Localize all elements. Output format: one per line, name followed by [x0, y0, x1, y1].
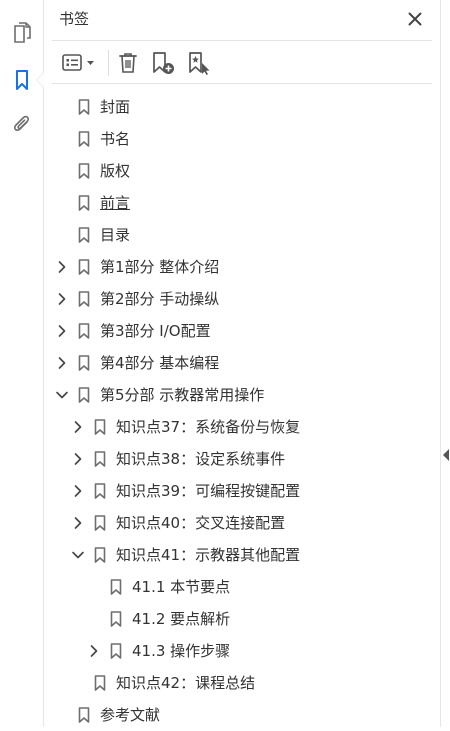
bookmark-label[interactable]: 41.1 本节要点 [132, 577, 230, 597]
bookmark-item[interactable]: 知识点40：交叉连接配置 [44, 507, 440, 539]
bookmark-item[interactable]: 第4部分 基本编程 [44, 347, 440, 379]
bookmark-icon [109, 611, 123, 627]
bookmark-label[interactable]: 版权 [100, 161, 130, 181]
bookmark-label[interactable]: 41.3 操作步骤 [132, 641, 230, 661]
bookmark-item[interactable]: 知识点38：设定系统事件 [44, 443, 440, 475]
bookmark-item[interactable]: 知识点42：课程总结 [44, 667, 440, 699]
chevron-right-icon[interactable] [55, 356, 69, 370]
bookmark-item[interactable]: 知识点37：系统备份与恢复 [44, 411, 440, 443]
bookmark-icon[interactable] [7, 65, 37, 95]
bookmark-icon [77, 131, 91, 147]
attachment-icon[interactable] [7, 110, 37, 140]
chevron-right-icon[interactable] [71, 484, 85, 498]
bookmark-label[interactable]: 第4部分 基本编程 [100, 353, 219, 373]
chevron-right-icon[interactable] [55, 292, 69, 306]
chevron-right-icon[interactable] [87, 644, 101, 658]
delete-bookmark-button[interactable] [114, 49, 142, 77]
options-menu-button[interactable] [60, 49, 100, 77]
bookmark-label[interactable]: 第1部分 整体介绍 [100, 257, 219, 277]
bookmark-from-selection-icon [189, 52, 210, 75]
bookmark-icon [77, 291, 91, 307]
close-panel-button[interactable] [404, 8, 426, 30]
bookmark-label[interactable]: 41.2 要点解析 [132, 609, 230, 629]
chevron-right-icon[interactable] [55, 260, 69, 274]
bookmark-label[interactable]: 知识点41：示教器其他配置 [116, 545, 300, 565]
bookmark-item[interactable]: 书名 [44, 123, 440, 155]
bookmark-label[interactable]: 封面 [100, 97, 130, 117]
bookmark-item[interactable]: 知识点39：可编程按键配置 [44, 475, 440, 507]
bookmark-icon [93, 451, 107, 467]
bookmark-label[interactable]: 参考文献 [100, 705, 160, 725]
bookmark-icon [109, 579, 123, 595]
bookmark-item[interactable]: 第5分部 示教器常用操作 [44, 379, 440, 411]
panel-title: 书签 [59, 10, 90, 28]
bookmark-icon [93, 483, 107, 499]
bookmark-item[interactable]: 第2部分 手动操纵 [44, 283, 440, 315]
chevron-right-icon[interactable] [71, 420, 85, 434]
chevron-right-icon[interactable] [71, 452, 85, 466]
bookmark-item[interactable]: 目录 [44, 219, 440, 251]
new-bookmark-button[interactable] [148, 49, 178, 77]
bookmark-icon [77, 227, 91, 243]
bookmark-icon [77, 163, 91, 179]
panel-header: 书签 [44, 0, 440, 40]
bookmark-icon [93, 547, 107, 563]
delete-icon [119, 53, 137, 73]
bookmark-item[interactable]: 41.3 操作步骤 [44, 635, 440, 667]
chevron-right-icon[interactable] [71, 516, 85, 530]
bookmark-item[interactable]: 第1部分 整体介绍 [44, 251, 440, 283]
collapse-arrow-icon[interactable] [443, 449, 449, 461]
pages-icon[interactable] [7, 18, 37, 48]
bookmark-icon [77, 259, 91, 275]
bookmark-icon [93, 515, 107, 531]
bookmark-label[interactable]: 知识点37：系统备份与恢复 [116, 417, 300, 437]
bookmark-icon [109, 643, 123, 659]
toolbar-separator [108, 50, 109, 76]
chevron-right-icon[interactable] [55, 324, 69, 338]
bookmark-icon [77, 323, 91, 339]
right-panel-rail [440, 0, 450, 727]
close-icon [408, 12, 422, 26]
bookmark-tree: 封面书名版权前言目录第1部分 整体介绍 第2部分 手动操纵 第3部分 I/O配置 第4… [44, 91, 440, 731]
bookmark-label[interactable]: 知识点42：课程总结 [116, 673, 255, 693]
bookmarks-panel: 书签 封面 书名 版权 前言 目录 第1部分 整体介绍 第2部分 手动操纵 第3… [44, 0, 440, 727]
bookmark-icon [93, 675, 107, 691]
options-menu-icon [62, 54, 94, 71]
bookmark-label[interactable]: 知识点39：可编程按键配置 [116, 481, 300, 501]
bookmark-item[interactable]: 第3部分 I/O配置 [44, 315, 440, 347]
bookmark-icon [77, 99, 91, 115]
bookmark-item[interactable]: 41.2 要点解析 [44, 603, 440, 635]
bookmark-label[interactable]: 书名 [100, 129, 130, 149]
bookmark-label[interactable]: 第5分部 示教器常用操作 [100, 385, 264, 405]
bookmark-icon [93, 419, 107, 435]
bookmark-label[interactable]: 知识点40：交叉连接配置 [116, 513, 285, 533]
bookmark-item[interactable]: 知识点41：示教器其他配置 [44, 539, 440, 571]
navigation-rail [0, 0, 44, 727]
bookmark-label[interactable]: 前言 [100, 193, 130, 213]
bookmark-label[interactable]: 目录 [100, 225, 130, 245]
bookmark-icon [77, 707, 91, 723]
bookmark-item[interactable]: 版权 [44, 155, 440, 187]
bookmark-label[interactable]: 第3部分 I/O配置 [100, 321, 211, 341]
bookmark-item[interactable]: 参考文献 [44, 699, 440, 731]
bookmark-item[interactable]: 封面 [44, 91, 440, 123]
bookmark-item[interactable]: 41.1 本节要点 [44, 571, 440, 603]
bookmarks-toolbar [52, 40, 432, 84]
bookmark-label[interactable]: 知识点38：设定系统事件 [116, 449, 285, 469]
bookmark-item[interactable]: 前言 [44, 187, 440, 219]
chevron-down-icon[interactable] [55, 388, 69, 402]
bookmark-icon [77, 355, 91, 371]
bookmark-icon [77, 387, 91, 403]
bookmark-label[interactable]: 第2部分 手动操纵 [100, 289, 219, 309]
bookmark-icon [77, 195, 91, 211]
new-bookmark-icon [153, 52, 174, 74]
bookmark-from-selection-button[interactable] [184, 49, 214, 77]
chevron-down-icon[interactable] [71, 548, 85, 562]
